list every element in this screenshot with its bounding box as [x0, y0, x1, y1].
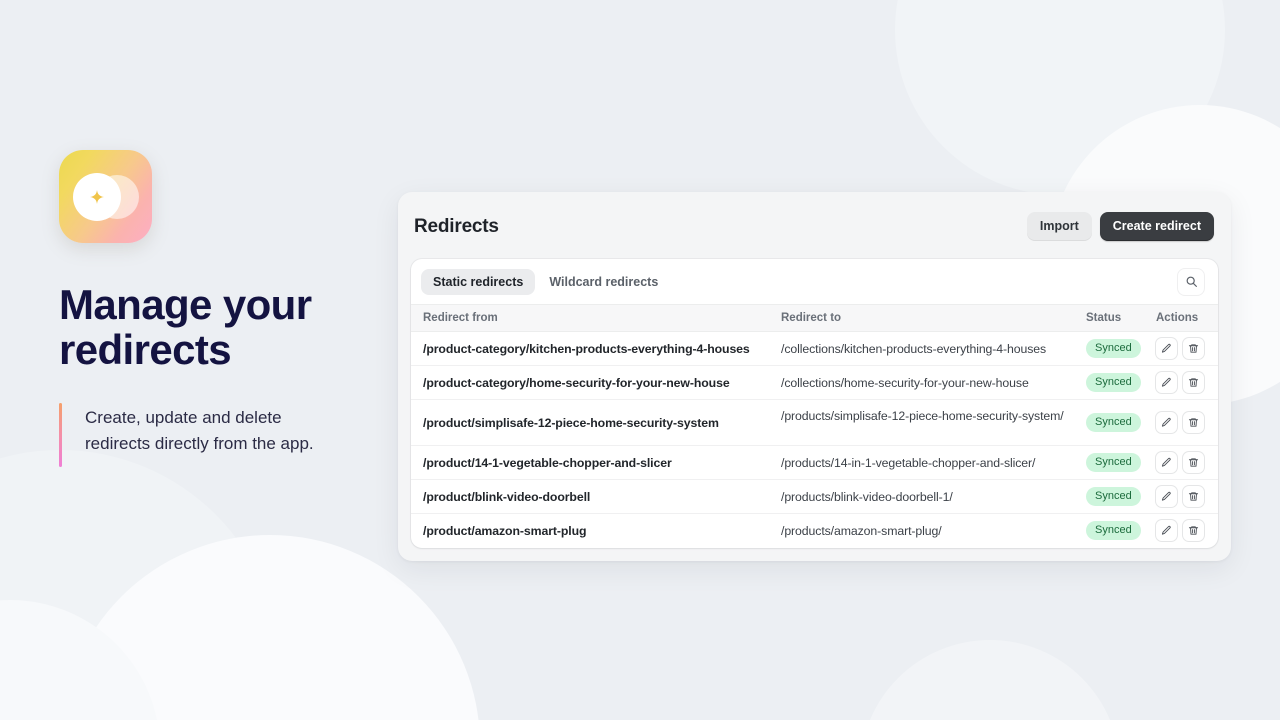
- table-row[interactable]: /product-category/home-security-for-your…: [411, 366, 1218, 400]
- row-action-group: [1156, 372, 1218, 393]
- cell-status: Synced: [1086, 366, 1156, 400]
- import-button[interactable]: Import: [1026, 212, 1092, 241]
- row-action-group: [1156, 486, 1218, 507]
- status-badge: Synced: [1086, 452, 1141, 473]
- cell-redirect-to: /products/14-in-1-vegetable-chopper-and-…: [781, 455, 1036, 470]
- delete-icon: [1188, 458, 1199, 467]
- table-header: Redirect from Redirect to Status Actions: [411, 304, 1218, 332]
- cell-redirect-from: /product/simplisafe-12-piece-home-securi…: [423, 415, 719, 430]
- edit-row-button[interactable]: [1156, 520, 1177, 542]
- edit-row-button[interactable]: [1156, 486, 1177, 507]
- hero-section: Manage your redirects Create, update and…: [59, 150, 389, 467]
- redirects-table-card: Static redirects Wildcard redirects Redi…: [411, 259, 1218, 548]
- delete-row-button[interactable]: [1183, 338, 1204, 359]
- cell-redirect-from: /product/blink-video-doorbell: [423, 489, 591, 504]
- edit-icon: [1161, 417, 1171, 427]
- delete-row-button[interactable]: [1183, 452, 1204, 473]
- panel-header: Redirects Import Create redirect: [411, 205, 1218, 245]
- cell-redirect-from: /product-category/home-security-for-your…: [423, 375, 730, 390]
- row-action-group: [1156, 452, 1218, 473]
- cell-redirect-to: /products/blink-video-doorbell-1/: [781, 489, 953, 504]
- status-badge: Synced: [1086, 412, 1141, 433]
- delete-icon: [1188, 526, 1199, 535]
- column-header-status: Status: [1086, 304, 1156, 332]
- decor-blob-bottom-center: [860, 640, 1120, 720]
- accent-bar: [59, 402, 62, 467]
- cell-status: Synced: [1086, 332, 1156, 366]
- status-badge: Synced: [1086, 486, 1141, 507]
- edit-row-button[interactable]: [1156, 452, 1177, 473]
- cell-status: Synced: [1086, 446, 1156, 480]
- table-row[interactable]: /product/simplisafe-12-piece-home-securi…: [411, 400, 1218, 446]
- edit-icon: [1161, 526, 1171, 535]
- edit-icon: [1161, 377, 1171, 387]
- delete-icon: [1188, 344, 1199, 353]
- edit-row-button[interactable]: [1156, 338, 1177, 359]
- row-action-group: [1156, 520, 1218, 542]
- status-badge: Synced: [1086, 521, 1141, 541]
- create-redirect-button[interactable]: Create redirect: [1099, 212, 1214, 241]
- cell-actions: [1156, 332, 1218, 366]
- column-header-redirect-to: Redirect to: [781, 304, 1086, 332]
- panel-action-buttons: Import Create redirect: [1026, 212, 1214, 241]
- delete-row-button[interactable]: [1183, 486, 1204, 507]
- hero-subtitle-line1: Create, update and delete: [85, 407, 282, 427]
- edit-row-button[interactable]: [1156, 412, 1177, 433]
- cell-status: Synced: [1086, 400, 1156, 446]
- table-row[interactable]: /product/14-1-vegetable-chopper-and-slic…: [411, 446, 1218, 480]
- edit-icon: [1161, 343, 1171, 353]
- row-action-group: [1156, 338, 1218, 359]
- cell-redirect-to: /collections/home-security-for-your-new-…: [781, 375, 1029, 390]
- cell-redirect-from: /product/amazon-smart-plug: [423, 523, 587, 538]
- status-badge: Synced: [1086, 338, 1141, 359]
- page-title-line2: redirects: [59, 325, 232, 373]
- edit-icon: [1161, 491, 1171, 501]
- row-action-group: [1156, 412, 1218, 433]
- cell-redirect-to: /collections/kitchen-products-everything…: [781, 341, 1047, 356]
- search-button[interactable]: [1178, 268, 1204, 295]
- edit-row-button[interactable]: [1156, 372, 1177, 393]
- search-icon: [1186, 276, 1197, 287]
- delete-icon: [1188, 418, 1199, 427]
- hero-subtitle: Create, update and delete redirects dire…: [85, 403, 314, 467]
- cell-actions: [1156, 480, 1218, 514]
- table-row[interactable]: /product-category/kitchen-products-every…: [411, 332, 1218, 366]
- cell-status: Synced: [1086, 480, 1156, 514]
- delete-row-button[interactable]: [1183, 520, 1204, 542]
- cell-actions: [1156, 366, 1218, 400]
- cell-actions: [1156, 446, 1218, 480]
- redirects-table: Redirect from Redirect to Status Actions…: [411, 304, 1218, 548]
- column-header-actions: Actions: [1156, 304, 1218, 332]
- page-title: Manage your redirects: [59, 281, 389, 373]
- column-header-redirect-from: Redirect from: [411, 304, 781, 332]
- cell-redirect-to: /products/simplisafe-12-piece-home-secur…: [781, 409, 1064, 423]
- cell-redirect-from: /product-category/kitchen-products-every…: [423, 341, 750, 356]
- hero-subtitle-line2: redirects directly from the app.: [85, 434, 314, 454]
- tabs-row: Static redirects Wildcard redirects: [411, 259, 1218, 304]
- cell-actions: [1156, 400, 1218, 446]
- tab-static-redirects[interactable]: Static redirects: [421, 268, 536, 295]
- sparkle-icon: [90, 190, 104, 204]
- delete-icon: [1188, 492, 1199, 501]
- app-logo-icon: [59, 150, 152, 243]
- table-header-row: Redirect from Redirect to Status Actions: [411, 304, 1218, 332]
- delete-row-button[interactable]: [1183, 372, 1204, 393]
- cell-actions: [1156, 514, 1218, 548]
- tab-wildcard-redirects[interactable]: Wildcard redirects: [537, 269, 670, 295]
- delete-row-button[interactable]: [1183, 412, 1204, 433]
- edit-icon: [1161, 457, 1171, 467]
- cell-redirect-from: /product/14-1-vegetable-chopper-and-slic…: [423, 455, 672, 470]
- hero-subtitle-block: Create, update and delete redirects dire…: [59, 402, 389, 467]
- cell-status: Synced: [1086, 514, 1156, 548]
- table-body: /product-category/kitchen-products-every…: [411, 332, 1218, 548]
- table-row[interactable]: /product/blink-video-doorbell/products/b…: [411, 480, 1218, 514]
- tab-list: Static redirects Wildcard redirects: [421, 268, 670, 295]
- status-badge: Synced: [1086, 372, 1141, 393]
- page-title-line1: Manage your: [59, 281, 312, 328]
- panel-title: Redirects: [414, 215, 499, 237]
- delete-icon: [1188, 378, 1199, 387]
- redirects-panel: Redirects Import Create redirect Static …: [398, 192, 1231, 561]
- cell-redirect-to: /products/amazon-smart-plug/: [781, 523, 942, 538]
- table-row[interactable]: /product/amazon-smart-plug/products/amaz…: [411, 514, 1218, 548]
